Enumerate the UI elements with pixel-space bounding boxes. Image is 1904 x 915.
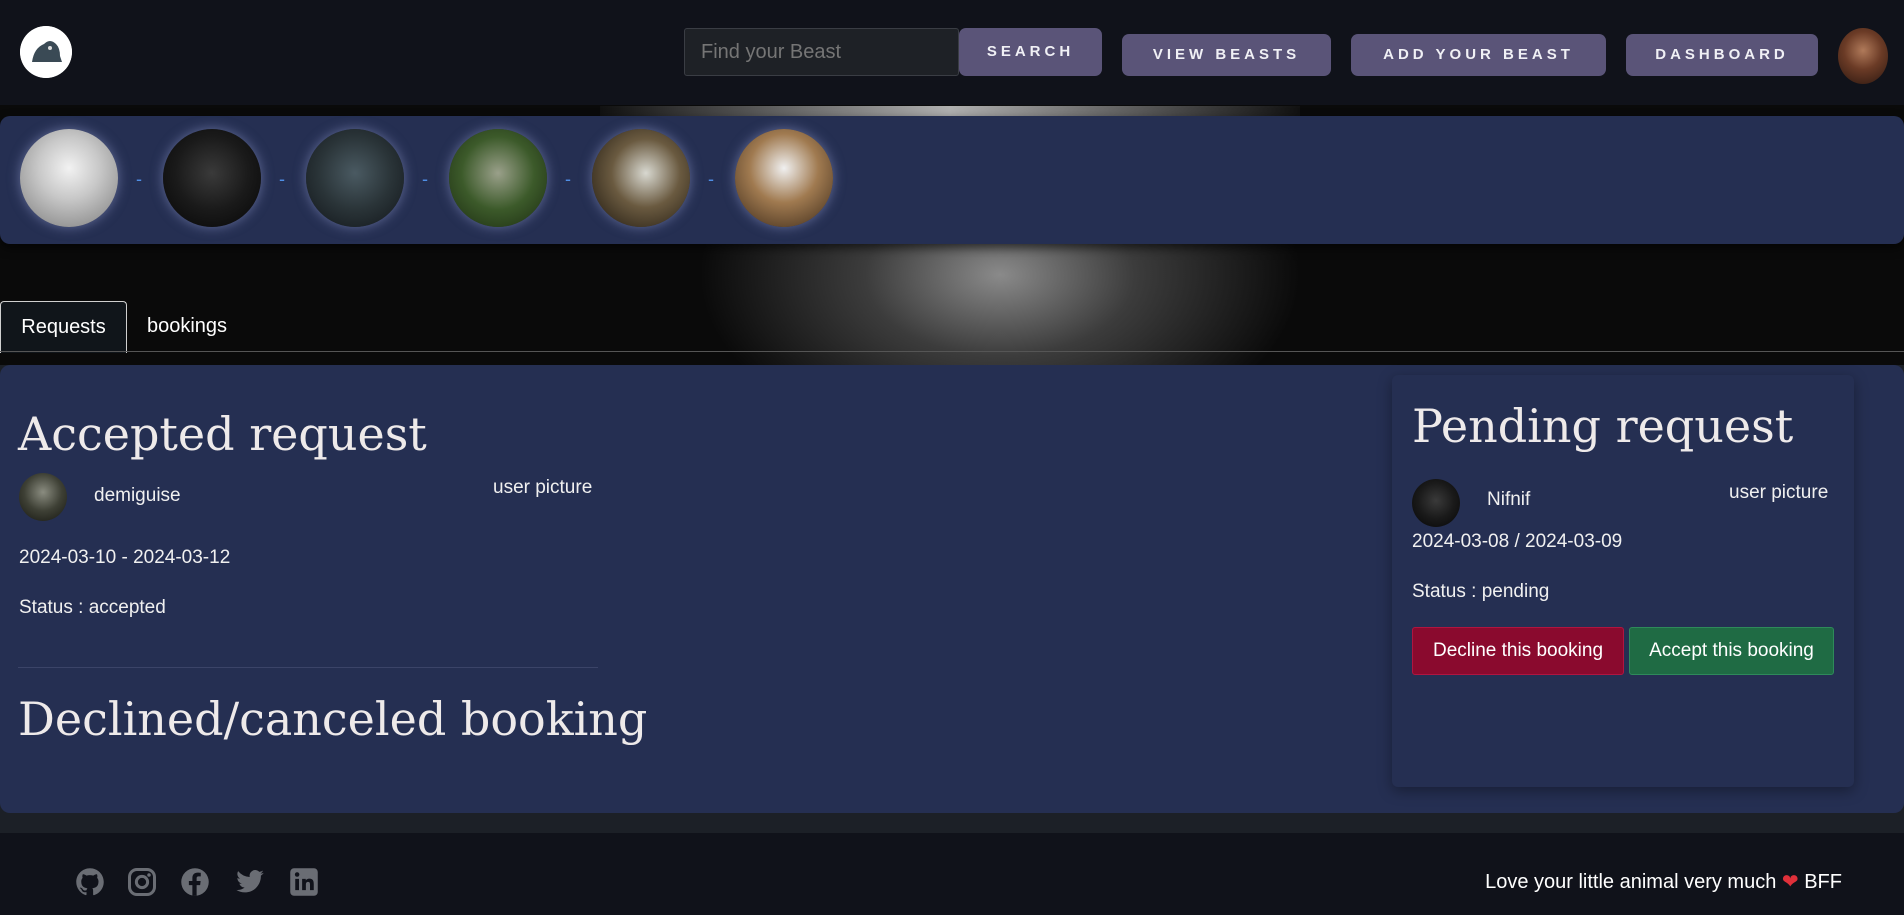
pending-request-title: Pending request bbox=[1412, 399, 1794, 453]
hero-light-strip bbox=[600, 106, 1300, 116]
accept-booking-button[interactable]: Accept this booking bbox=[1629, 627, 1834, 675]
beast-thumbnail-hippogriff[interactable] bbox=[449, 129, 547, 227]
accepted-dates: 2024-03-10 - 2024-03-12 bbox=[19, 547, 231, 568]
user-picture-label: user picture bbox=[1729, 482, 1829, 503]
tab-requests[interactable]: Requests bbox=[0, 301, 127, 353]
beast-separator: - bbox=[136, 169, 142, 189]
footer: Love your little animal very much ❤ BFF bbox=[0, 833, 1904, 915]
view-beasts-button[interactable]: VIEW BEASTS bbox=[1122, 34, 1331, 76]
beast-separator: - bbox=[422, 169, 428, 189]
declined-booking-title: Declined/canceled booking bbox=[18, 692, 648, 746]
beast-thumbnail-dark-creature[interactable] bbox=[163, 129, 261, 227]
user-picture-label: user picture bbox=[493, 477, 593, 498]
search-button[interactable]: SEARCH bbox=[959, 28, 1102, 76]
footer-spacer bbox=[0, 813, 1904, 833]
beast-thumbnail-thestral[interactable] bbox=[306, 129, 404, 227]
footer-tagline: Love your little animal very much ❤ BFF bbox=[1485, 869, 1842, 894]
footer-tagline-bff: BFF bbox=[1804, 871, 1842, 893]
heart-icon: ❤ bbox=[1781, 871, 1799, 893]
beast-separator: - bbox=[565, 169, 571, 189]
logo[interactable] bbox=[20, 26, 72, 78]
beast-separator: - bbox=[279, 169, 285, 189]
twitter-icon[interactable] bbox=[235, 867, 265, 897]
beast-carousel: - - - - - bbox=[0, 116, 1904, 244]
github-icon[interactable] bbox=[75, 867, 105, 897]
accepted-request-title: Accepted request bbox=[18, 407, 427, 461]
add-your-beast-button[interactable]: ADD YOUR BEAST bbox=[1351, 34, 1606, 76]
beast-avatar bbox=[19, 473, 67, 521]
beast-separator: - bbox=[708, 169, 714, 189]
tab-bookings[interactable]: bookings bbox=[127, 301, 247, 353]
section-divider bbox=[18, 667, 598, 668]
beast-thumbnail-demiguise[interactable] bbox=[592, 129, 690, 227]
pending-status: Status : pending bbox=[1412, 581, 1550, 602]
beast-thumbnail-owl[interactable] bbox=[20, 129, 118, 227]
pending-beast-name: Nifnif bbox=[1487, 489, 1531, 510]
beast-avatar bbox=[1412, 479, 1460, 527]
accepted-beast-name: demiguise bbox=[94, 485, 181, 506]
navbar: SEARCH VIEW BEASTS ADD YOUR BEAST DASHBO… bbox=[0, 0, 1904, 105]
instagram-icon[interactable] bbox=[127, 867, 157, 897]
dashboard-button[interactable]: DASHBOARD bbox=[1626, 34, 1818, 76]
accepted-status: Status : accepted bbox=[19, 597, 166, 618]
tabs-divider bbox=[0, 351, 1904, 352]
linkedin-icon[interactable] bbox=[289, 867, 319, 897]
footer-tagline-text: Love your little animal very much bbox=[1485, 871, 1777, 893]
user-avatar[interactable] bbox=[1838, 28, 1888, 84]
pending-request-card: Pending request Nifnif user picture 2024… bbox=[1392, 375, 1854, 787]
search-input[interactable] bbox=[684, 28, 959, 76]
decline-booking-button[interactable]: Decline this booking bbox=[1412, 627, 1624, 675]
facebook-icon[interactable] bbox=[180, 867, 210, 897]
pending-dates: 2024-03-08 / 2024-03-09 bbox=[1412, 531, 1623, 552]
beast-logo-icon bbox=[20, 26, 72, 78]
beast-thumbnail-bird[interactable] bbox=[735, 129, 833, 227]
